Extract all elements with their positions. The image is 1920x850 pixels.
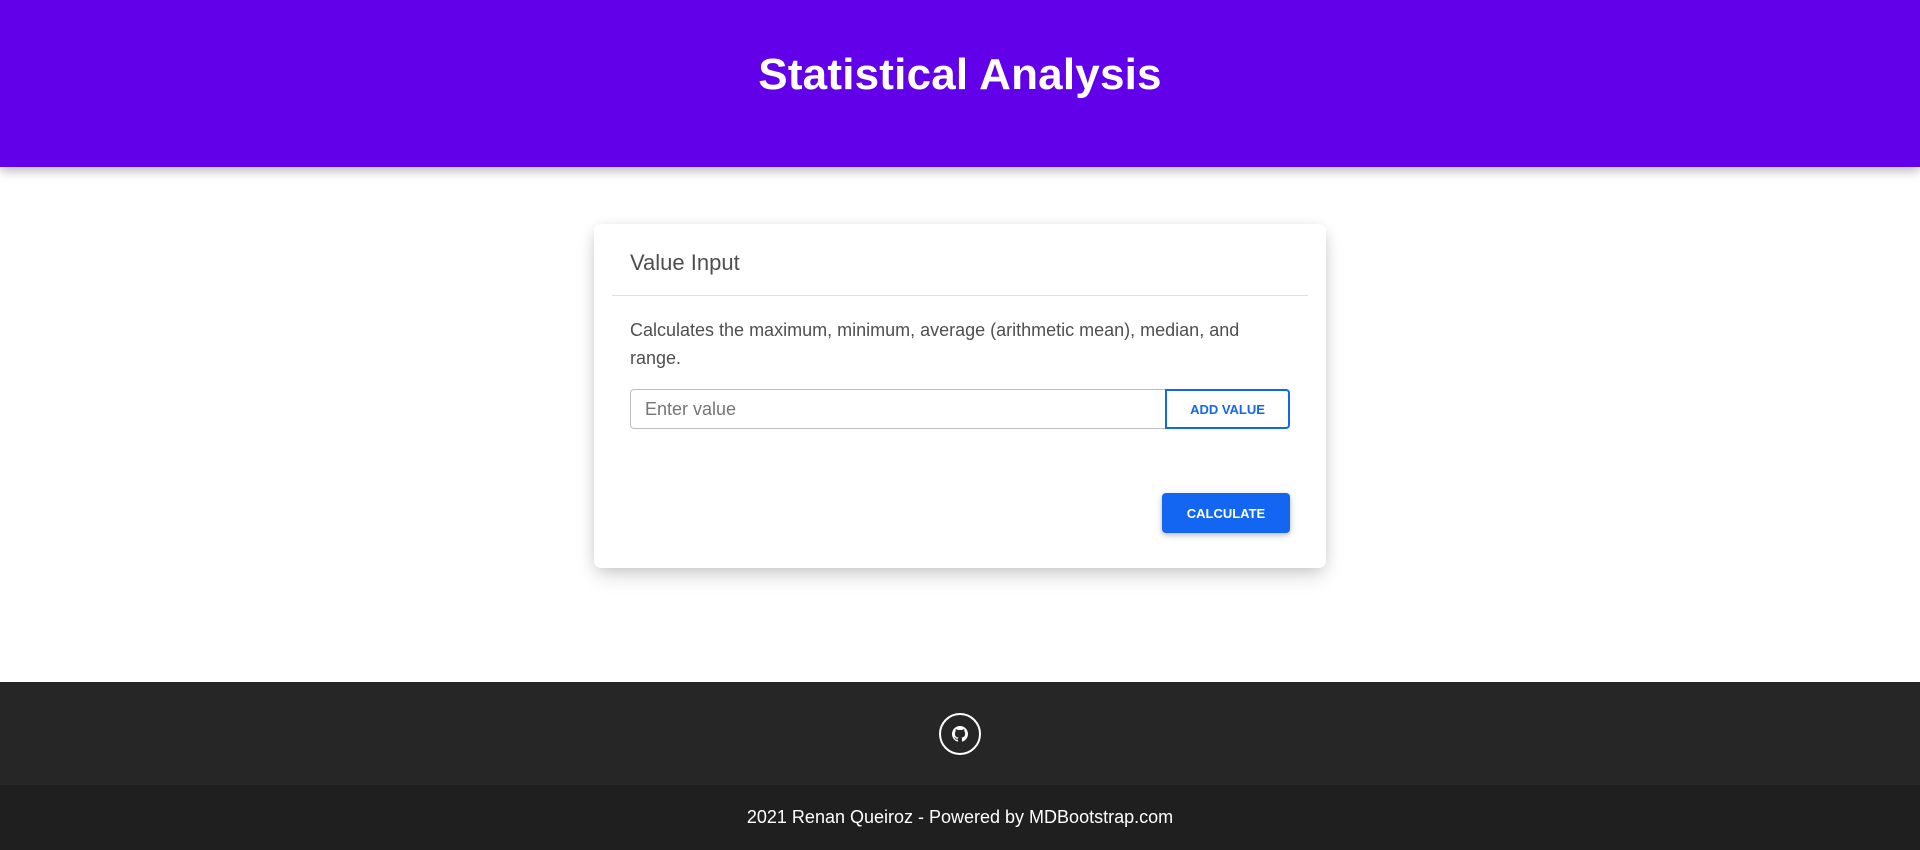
value-input-group: ADD VALUE (630, 389, 1290, 429)
github-link-button[interactable] (939, 712, 981, 755)
calculate-button[interactable]: CALCULATE (1162, 493, 1290, 533)
card-description: Calculates the maximum, minimum, average… (630, 320, 1240, 368)
github-icon (952, 725, 968, 742)
footer-social (0, 682, 1920, 785)
value-input[interactable] (630, 389, 1165, 429)
card-title: Value Input (630, 250, 740, 275)
value-input-card: Value Input Calculates the maximum, mini… (594, 224, 1326, 568)
page-title: Statistical Analysis (758, 50, 1162, 99)
footer-copyright: 2021 Renan Queiroz - Powered by MDBootst… (0, 785, 1920, 850)
site-header: Statistical Analysis (0, 0, 1920, 167)
page: Statistical Analysis Value Input Calcula… (0, 0, 1920, 850)
copyright-text: 2021 Renan Queiroz - Powered by MDBootst… (746, 807, 1174, 827)
add-value-button[interactable]: ADD VALUE (1165, 389, 1290, 429)
site-footer: 2021 Renan Queiroz - Powered by MDBootst… (0, 682, 1920, 850)
card-header: Value Input (612, 224, 1308, 296)
